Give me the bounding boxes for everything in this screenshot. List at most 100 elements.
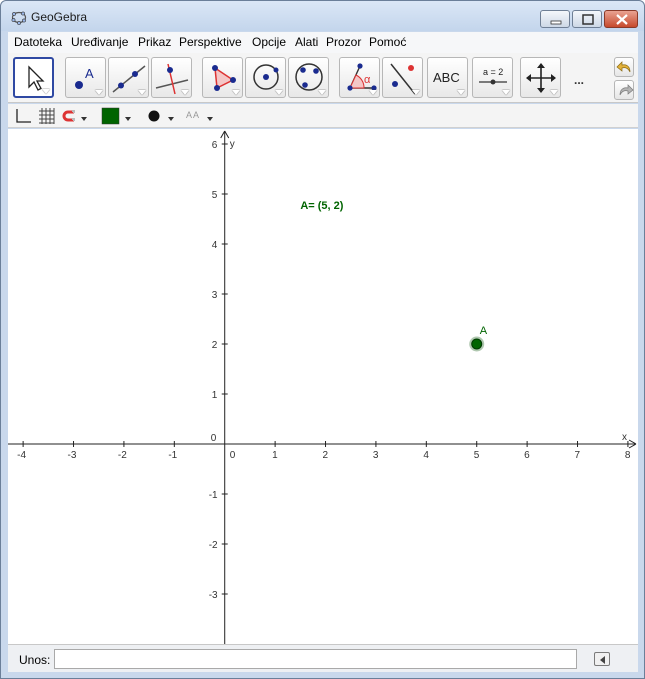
menu-prozor[interactable]: Prozor bbox=[326, 35, 361, 49]
window-title: GeoGebra bbox=[31, 10, 88, 24]
circle-center-tool-button[interactable] bbox=[245, 57, 286, 98]
x-tick-label: -2 bbox=[118, 450, 127, 461]
snap-mode-button[interactable] bbox=[61, 107, 91, 125]
chevron-down-icon bbox=[125, 117, 131, 121]
x-axis-label: x bbox=[622, 432, 627, 443]
close-button[interactable] bbox=[604, 10, 638, 28]
input-help-icon bbox=[600, 656, 605, 664]
polygon-tool-button[interactable] bbox=[202, 57, 243, 98]
y-tick-label: -3 bbox=[209, 590, 218, 601]
y-tick-label: -2 bbox=[209, 540, 218, 551]
x-tick-label: 5 bbox=[474, 450, 480, 461]
svg-text:a = 2: a = 2 bbox=[483, 67, 503, 77]
menu-uredjivanje[interactable]: Uređivanje bbox=[71, 35, 128, 49]
menu-alati[interactable]: Alati bbox=[295, 35, 318, 49]
chevron-down-icon bbox=[168, 117, 174, 121]
point-a-label: A bbox=[480, 325, 488, 337]
y-tick-label: 5 bbox=[212, 190, 218, 201]
dropdown-triangle-icon bbox=[550, 90, 558, 95]
menu-opcije[interactable]: Opcije bbox=[252, 35, 286, 49]
svg-text:A: A bbox=[85, 66, 94, 81]
move-view-tool-button[interactable] bbox=[520, 57, 561, 98]
redo-button[interactable] bbox=[614, 80, 634, 100]
menu-datoteka[interactable]: Datoteka bbox=[14, 35, 62, 49]
color-swatch-icon bbox=[101, 107, 120, 125]
angle-tool-button[interactable]: α bbox=[339, 57, 380, 98]
dropdown-triangle-icon bbox=[42, 89, 50, 94]
dropdown-triangle-icon bbox=[502, 90, 510, 95]
x-tick-label: -1 bbox=[168, 450, 177, 461]
label-style-button[interactable]: AA bbox=[186, 107, 216, 125]
x-tick-label: -4 bbox=[17, 450, 26, 461]
x-tick-label: 0 bbox=[230, 450, 236, 461]
y-tick-label: 0 bbox=[211, 433, 217, 444]
input-help-button[interactable] bbox=[594, 652, 610, 666]
x-tick-label: -3 bbox=[68, 450, 77, 461]
chevron-down-icon bbox=[207, 117, 213, 121]
maximize-button[interactable] bbox=[572, 10, 602, 28]
dropdown-triangle-icon bbox=[95, 90, 103, 95]
input-label: Unos: bbox=[19, 653, 51, 667]
y-axis-label: y bbox=[230, 139, 235, 150]
text-tool-button[interactable]: ABC bbox=[427, 57, 468, 98]
minimize-button[interactable] bbox=[540, 10, 570, 28]
menu-bar: Datoteka Uređivanje Prikaz Perspektive O… bbox=[8, 32, 638, 53]
dropdown-triangle-icon bbox=[181, 90, 189, 95]
dropdown-triangle-icon bbox=[232, 90, 240, 95]
menu-pomoc[interactable]: Pomoć bbox=[369, 35, 406, 49]
x-tick-label: 2 bbox=[323, 450, 329, 461]
geogebra-logo-icon bbox=[11, 11, 27, 25]
point-style-button[interactable] bbox=[147, 107, 177, 125]
undo-icon bbox=[616, 61, 631, 73]
x-tick-label: 4 bbox=[423, 450, 429, 461]
toggle-axes-button[interactable] bbox=[14, 107, 32, 125]
dropdown-triangle-icon bbox=[369, 90, 377, 95]
y-tick-label: 1 bbox=[212, 390, 218, 401]
point-tool-button[interactable]: A bbox=[65, 57, 106, 98]
perpendicular-tool-button[interactable] bbox=[151, 57, 192, 98]
input-field[interactable] bbox=[54, 649, 577, 669]
y-tick-label: 6 bbox=[212, 140, 218, 151]
y-tick-label: -1 bbox=[209, 490, 218, 501]
dropdown-triangle-icon bbox=[318, 90, 326, 95]
undo-button[interactable] bbox=[614, 57, 634, 77]
axes-icon bbox=[16, 109, 31, 123]
close-icon bbox=[616, 14, 628, 25]
reflect-tool-button[interactable] bbox=[382, 57, 423, 98]
x-tick-label: 3 bbox=[373, 450, 379, 461]
graphics-canvas[interactable]: x y -4 -3 -2 -1 0 1 2 3 4 5 6 7 8 6 5 4 3 2 1 0 -1 -2 -3 A= (5, 2… bbox=[8, 129, 638, 644]
svg-text:α: α bbox=[364, 74, 371, 86]
dropdown-triangle-icon bbox=[138, 90, 146, 95]
x-tick-label: 6 bbox=[524, 450, 530, 461]
svg-text:ABC: ABC bbox=[433, 70, 460, 85]
move-tool-button[interactable] bbox=[13, 57, 54, 98]
title-bar[interactable]: GeoGebra bbox=[1, 1, 644, 31]
color-picker-button[interactable] bbox=[101, 107, 133, 125]
point-a bbox=[471, 338, 483, 350]
grid-icon bbox=[39, 108, 55, 124]
input-bar: Unos: bbox=[8, 644, 638, 672]
maximize-icon bbox=[582, 14, 594, 25]
dropdown-triangle-icon bbox=[275, 90, 283, 95]
slider-tool-button[interactable]: a = 2 bbox=[472, 57, 513, 98]
minimize-icon bbox=[550, 20, 562, 25]
y-tick-label: 3 bbox=[212, 290, 218, 301]
redo-icon bbox=[619, 84, 634, 96]
x-tick-label: 8 bbox=[625, 450, 631, 461]
y-tick-label: 4 bbox=[212, 240, 218, 251]
chevron-down-icon bbox=[81, 117, 87, 121]
circle-three-points-tool-button[interactable] bbox=[288, 57, 329, 98]
label-style-text: AA bbox=[186, 110, 201, 120]
x-tick-label: 1 bbox=[272, 450, 278, 461]
dropdown-triangle-icon bbox=[412, 90, 420, 95]
line-tool-button[interactable] bbox=[108, 57, 149, 98]
menu-perspektive[interactable]: Perspektive bbox=[179, 35, 242, 49]
x-tick-label: 7 bbox=[575, 450, 581, 461]
menu-prikaz[interactable]: Prikaz bbox=[138, 35, 171, 49]
y-tick-label: 2 bbox=[212, 340, 218, 351]
point-style-icon bbox=[148, 110, 160, 122]
style-bar: AA bbox=[8, 104, 638, 128]
toggle-grid-button[interactable] bbox=[38, 107, 56, 125]
more-tools-button[interactable]: ... bbox=[574, 73, 584, 87]
graphics-view[interactable]: x y -4 -3 -2 -1 0 1 2 3 4 5 6 7 8 6 5 4 3 2 1 0 -1 -2 -3 A= (5, 2… bbox=[8, 129, 638, 644]
